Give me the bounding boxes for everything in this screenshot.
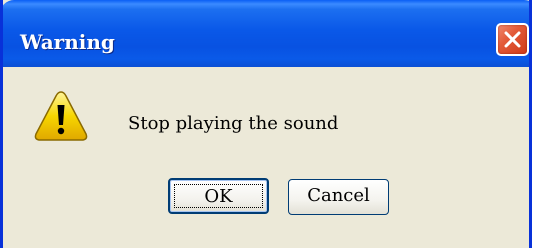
dialog-message: Stop playing the sound bbox=[128, 113, 339, 134]
close-button[interactable] bbox=[496, 23, 529, 56]
close-icon bbox=[504, 31, 521, 48]
title-bar[interactable]: Warning bbox=[3, 0, 529, 67]
warning-dialog: Warning Stop playing the sound OK Cancel bbox=[0, 0, 532, 248]
ok-button-label: OK bbox=[174, 184, 263, 208]
warning-icon bbox=[34, 91, 88, 141]
window-title: Warning bbox=[20, 30, 115, 54]
ok-button[interactable]: OK bbox=[168, 178, 269, 214]
cancel-button[interactable]: Cancel bbox=[288, 179, 389, 215]
